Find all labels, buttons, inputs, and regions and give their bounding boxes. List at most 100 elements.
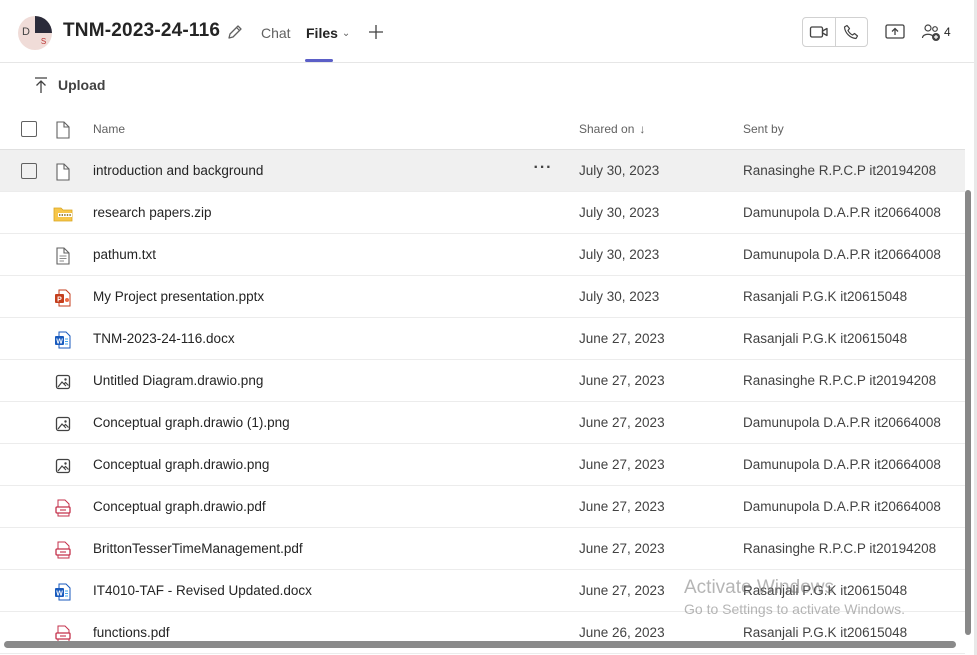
table-row[interactable]: Untitled Diagram.drawio.png June 27, 2023… <box>0 360 965 402</box>
sent-by-name: Ranasinghe R.P.C.P it20194208 <box>743 163 937 178</box>
participants-button[interactable]: 4 <box>921 22 951 42</box>
file-name[interactable]: Conceptual graph.drawio (1).png <box>93 415 290 430</box>
file-name[interactable]: introduction and background <box>93 163 263 178</box>
horizontal-scrollbar[interactable] <box>4 641 956 648</box>
svg-text:W: W <box>56 591 63 598</box>
table-row[interactable]: BrittonTesserTimeManagement.pdf June 27, … <box>0 528 965 570</box>
sent-by-name: Rasanjali P.G.K it20615048 <box>743 625 908 640</box>
participant-count: 4 <box>944 25 951 39</box>
files-table: Name Shared on ↓ Sent by introduction and… <box>0 108 965 654</box>
tab-chat[interactable]: Chat <box>261 25 291 41</box>
shared-on-date: June 27, 2023 <box>579 373 665 388</box>
files-toolbar: Upload <box>0 63 977 111</box>
sent-by-name: Damunupola D.A.P.R it20664008 <box>743 457 941 472</box>
shared-on-date: June 27, 2023 <box>579 541 665 556</box>
shared-on-date: June 27, 2023 <box>579 415 665 430</box>
phone-icon <box>844 24 859 40</box>
pencil-icon[interactable] <box>226 23 244 41</box>
channel-header: D S TNM-2023-24-116 Chat Files ⌄ 4 <box>0 0 977 63</box>
audio-call-button[interactable] <box>834 18 867 46</box>
share-screen-icon[interactable] <box>884 22 906 42</box>
powerpoint-file-icon: P <box>55 289 71 307</box>
table-row[interactable]: Conceptual graph.drawio.pdf June 27, 2023… <box>0 486 965 528</box>
sent-by-name: Damunupola D.A.P.R it20664008 <box>743 205 941 220</box>
pdf-file-icon <box>55 499 71 517</box>
table-row[interactable]: P My Project presentation.pptx July 30, 20… <box>0 276 965 318</box>
shared-on-date: July 30, 2023 <box>579 247 660 262</box>
file-name[interactable]: functions.pdf <box>93 625 170 640</box>
column-header-sent-by[interactable]: Sent by <box>743 122 784 136</box>
chevron-down-icon: ⌄ <box>341 28 351 39</box>
select-all-checkbox[interactable] <box>21 121 37 137</box>
more-options-icon[interactable]: ··· <box>533 159 553 179</box>
generic-file-icon <box>56 163 70 181</box>
table-row[interactable]: pathum.txt July 30, 2023 Damunupola D.A.P.… <box>0 234 965 276</box>
word-file-icon: W <box>55 331 71 349</box>
file-name[interactable]: BrittonTesserTimeManagement.pdf <box>93 541 303 556</box>
tab-files-label: Files <box>306 25 338 41</box>
video-call-button[interactable] <box>803 18 835 46</box>
sent-by-name: Rasanjali P.G.K it20615048 <box>743 289 908 304</box>
file-name[interactable]: Conceptual graph.drawio.png <box>93 457 269 472</box>
table-row[interactable]: Conceptual graph.drawio (1).png June 27, … <box>0 402 965 444</box>
page-title: TNM-2023-24-116 <box>63 20 221 41</box>
column-header-shared-on[interactable]: Shared on ↓ <box>579 122 645 136</box>
video-camera-icon <box>809 26 828 38</box>
file-list: introduction and background ··· July 30, 2… <box>0 150 965 654</box>
row-checkbox[interactable] <box>21 163 37 179</box>
shared-on-date: July 30, 2023 <box>579 163 660 178</box>
sort-descending-icon: ↓ <box>639 122 646 136</box>
svg-text:W: W <box>56 339 63 346</box>
sent-by-name: Ranasinghe R.P.C.P it20194208 <box>743 373 937 388</box>
shared-on-date: June 26, 2023 <box>579 625 665 640</box>
shared-on-date: June 27, 2023 <box>579 331 665 346</box>
file-name[interactable]: IT4010-TAF - Revised Updated.docx <box>93 583 312 598</box>
zip-folder-icon <box>53 207 73 222</box>
table-row[interactable]: Conceptual graph.drawio.png June 27, 2023… <box>0 444 965 486</box>
word-file-icon: W <box>55 583 71 601</box>
table-row[interactable]: introduction and background ··· July 30, 2… <box>0 150 965 192</box>
sent-by-name: Rasanjali P.G.K it20615048 <box>743 331 908 346</box>
avatar-initial: S <box>40 37 47 46</box>
sent-by-name: Damunupola D.A.P.R it20664008 <box>743 499 941 514</box>
pdf-file-icon <box>55 541 71 559</box>
people-add-icon <box>921 24 940 41</box>
sent-by-name: Damunupola D.A.P.R it20664008 <box>743 247 941 262</box>
upload-label: Upload <box>58 77 106 93</box>
sent-by-name: Ranasinghe R.P.C.P it20194208 <box>743 541 937 556</box>
image-file-icon <box>55 374 71 390</box>
group-avatar[interactable]: D S <box>18 16 52 50</box>
file-name[interactable]: My Project presentation.pptx <box>93 289 264 304</box>
tab-files[interactable]: Files ⌄ <box>306 25 350 41</box>
file-name[interactable]: Untitled Diagram.drawio.png <box>93 373 263 388</box>
sent-by-name: Rasanjali P.G.K it20615048 <box>743 583 908 598</box>
svg-text:P: P <box>57 297 62 304</box>
shared-on-date: July 30, 2023 <box>579 205 660 220</box>
upload-icon <box>35 77 47 93</box>
shared-on-date: June 27, 2023 <box>579 457 665 472</box>
table-row[interactable]: research papers.zip July 30, 2023 Damunupo… <box>0 192 965 234</box>
call-button-group <box>802 17 868 47</box>
file-name[interactable]: Conceptual graph.drawio.pdf <box>93 499 266 514</box>
text-file-icon <box>56 247 70 265</box>
shared-on-date: July 30, 2023 <box>579 289 660 304</box>
file-name[interactable]: research papers.zip <box>93 205 212 220</box>
table-header: Name Shared on ↓ Sent by <box>0 108 965 150</box>
column-header-name[interactable]: Name <box>93 122 125 136</box>
shared-on-date: June 27, 2023 <box>579 499 665 514</box>
table-row[interactable]: W IT4010-TAF - Revised Updated.docx June 2… <box>0 570 965 612</box>
file-name[interactable]: pathum.txt <box>93 247 156 262</box>
file-name[interactable]: TNM-2023-24-116.docx <box>93 331 235 346</box>
add-tab-icon[interactable] <box>366 22 386 42</box>
shared-on-date: June 27, 2023 <box>579 583 665 598</box>
avatar-photo <box>35 16 52 33</box>
image-file-icon <box>55 416 71 432</box>
image-file-icon <box>55 458 71 474</box>
active-tab-indicator <box>305 59 333 62</box>
table-row[interactable]: W TNM-2023-24-116.docx June 27, 2023 Rasanj… <box>0 318 965 360</box>
sent-by-name: Damunupola D.A.P.R it20664008 <box>743 415 941 430</box>
vertical-scrollbar[interactable] <box>965 190 971 635</box>
avatar-initial: D <box>22 26 30 38</box>
column-header-shared-on-label: Shared on <box>579 122 635 136</box>
upload-button[interactable]: Upload <box>33 76 105 94</box>
